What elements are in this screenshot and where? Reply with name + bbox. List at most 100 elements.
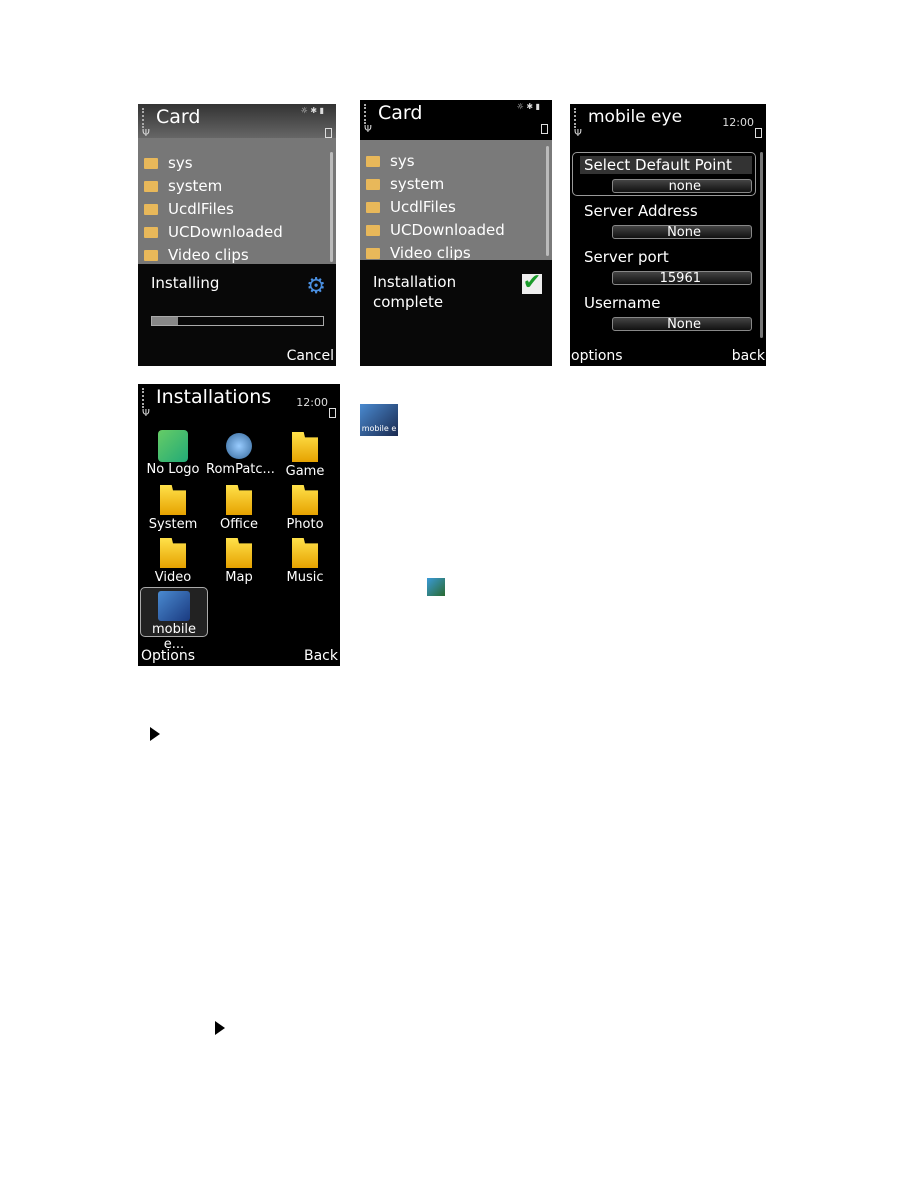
battery-icon bbox=[541, 124, 548, 134]
app-label: System bbox=[148, 517, 198, 532]
icon-label: mobile e bbox=[361, 424, 397, 433]
app-label: Map bbox=[225, 570, 253, 585]
status-icons: ☼ ✱ ▮ bbox=[516, 102, 540, 111]
gears-app-icon bbox=[427, 578, 445, 596]
list-item[interactable]: UcdlFiles bbox=[366, 198, 456, 216]
status-icons: ☼ ✱ ▮ bbox=[300, 106, 324, 115]
field-label: Server Address bbox=[584, 202, 698, 220]
list-item[interactable]: sys bbox=[144, 154, 193, 172]
folder-map[interactable]: Map bbox=[206, 538, 272, 585]
app-label: Office bbox=[220, 517, 258, 532]
antenna-icon: Ψ bbox=[364, 124, 372, 135]
dialog-line: complete bbox=[373, 293, 444, 311]
document-page: Card ☼ ✱ ▮ sys system UcdlFiles UCDownlo… bbox=[0, 0, 918, 1188]
screen-title: Card bbox=[378, 102, 423, 124]
folder-open-icon bbox=[144, 249, 158, 261]
folder-icon bbox=[366, 201, 380, 213]
mobile-eye-icon bbox=[158, 591, 190, 621]
item-label: UcdlFiles bbox=[390, 198, 456, 216]
antenna-icon: Ψ bbox=[574, 128, 582, 139]
screen-title: mobile eye bbox=[588, 107, 683, 127]
item-label: system bbox=[390, 175, 445, 193]
folder-icon bbox=[226, 538, 252, 568]
item-label: UCDownloaded bbox=[390, 221, 505, 239]
app-label: Video bbox=[154, 570, 192, 585]
signal-icon bbox=[574, 108, 579, 128]
back-button[interactable]: Back bbox=[304, 648, 338, 664]
back-button[interactable]: back bbox=[732, 348, 765, 364]
clock: 12:00 bbox=[296, 396, 328, 409]
folder-music[interactable]: Music bbox=[272, 538, 338, 585]
screen-title: Installations bbox=[156, 386, 272, 408]
dialog-text: Installation complete bbox=[373, 272, 456, 312]
app-no-logo[interactable]: No Logo bbox=[140, 430, 206, 477]
options-button[interactable]: options bbox=[571, 348, 623, 364]
field-label: Select Default Point bbox=[584, 156, 732, 174]
folder-icon bbox=[366, 178, 380, 190]
folder-open-icon bbox=[366, 247, 380, 259]
scrollbar[interactable] bbox=[546, 146, 549, 256]
installations-screen: Ψ Installations 12:00 No Logo RomPatc...… bbox=[138, 384, 340, 666]
item-label: system bbox=[168, 177, 223, 195]
folder-icon bbox=[366, 224, 380, 236]
folder-icon bbox=[144, 180, 158, 192]
folder-photo[interactable]: Photo bbox=[272, 485, 338, 532]
mobile-eye-app-icon: mobile e bbox=[360, 404, 398, 436]
folder-video[interactable]: Video bbox=[140, 538, 206, 585]
folder-icon bbox=[292, 432, 318, 462]
installing-screen: Card ☼ ✱ ▮ sys system UcdlFiles UCDownlo… bbox=[138, 104, 336, 366]
folder-icon bbox=[292, 538, 318, 568]
default-point-select[interactable]: none bbox=[612, 179, 752, 194]
folder-icon bbox=[366, 155, 380, 167]
complete-dialog: Installation complete ✔ bbox=[360, 260, 552, 366]
app-label: Photo bbox=[286, 517, 324, 532]
app-rompatcher[interactable]: RomPatc... bbox=[206, 430, 275, 477]
list-item[interactable]: UCDownloaded bbox=[366, 221, 505, 239]
dialog-text: Installing bbox=[151, 274, 220, 292]
username-input[interactable]: None bbox=[612, 317, 752, 332]
folder-office[interactable]: Office bbox=[206, 485, 272, 532]
folder-game[interactable]: Game bbox=[272, 432, 338, 479]
antenna-icon: Ψ bbox=[142, 128, 150, 139]
progress-fill bbox=[152, 317, 178, 325]
field-label: Server port bbox=[584, 248, 669, 266]
options-button[interactable]: Options bbox=[141, 648, 195, 664]
screen-title: Card bbox=[156, 106, 201, 128]
signal-icon bbox=[142, 388, 147, 408]
app-mobile-eye[interactable]: mobile e... bbox=[140, 587, 208, 652]
item-label: Video clips bbox=[168, 246, 249, 264]
server-port-input[interactable]: 15961 bbox=[612, 271, 752, 286]
item-label: UCDownloaded bbox=[168, 223, 283, 241]
cancel-button[interactable]: Cancel bbox=[287, 348, 334, 364]
eye-graphic bbox=[360, 404, 398, 424]
list-item[interactable]: UcdlFiles bbox=[144, 200, 234, 218]
mobile-eye-settings-screen: Ψ mobile eye 12:00 Select Default Point … bbox=[570, 104, 766, 366]
item-label: sys bbox=[390, 152, 415, 170]
gears-icon: ⚙ bbox=[306, 274, 326, 299]
app-label: RomPatc... bbox=[206, 462, 275, 477]
install-complete-screen: sys system UcdlFiles UCDownloaded Video … bbox=[360, 100, 552, 366]
progress-bar bbox=[151, 316, 324, 326]
list-item[interactable]: Video clips bbox=[144, 246, 249, 264]
file-list: sys system UcdlFiles UCDownloaded Video … bbox=[360, 140, 552, 262]
folder-icon bbox=[144, 157, 158, 169]
list-item[interactable]: sys bbox=[366, 152, 415, 170]
list-item[interactable]: system bbox=[366, 175, 444, 193]
rompatcher-icon bbox=[226, 433, 252, 459]
folder-icon bbox=[226, 485, 252, 515]
list-item[interactable]: UCDownloaded bbox=[144, 223, 283, 241]
folder-system[interactable]: System bbox=[140, 485, 206, 532]
scrollbar[interactable] bbox=[330, 152, 333, 262]
install-dialog: Installing ⚙ Cancel bbox=[138, 264, 336, 366]
list-item[interactable]: system bbox=[144, 177, 222, 195]
server-address-input[interactable]: None bbox=[612, 225, 752, 240]
app-label: No Logo bbox=[146, 462, 200, 477]
bullet-arrow-icon bbox=[150, 727, 160, 741]
bullet-arrow-icon bbox=[215, 1021, 225, 1035]
checkmark-icon: ✔ bbox=[522, 270, 542, 295]
scrollbar[interactable] bbox=[760, 152, 763, 338]
app-label: Game bbox=[285, 464, 325, 479]
signal-icon bbox=[142, 108, 147, 128]
clock: 12:00 bbox=[722, 116, 754, 129]
folder-icon bbox=[144, 203, 158, 215]
